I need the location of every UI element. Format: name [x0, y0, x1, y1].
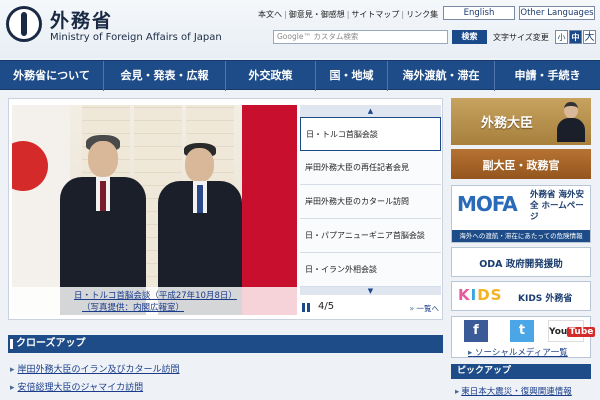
slide-item[interactable]: 日・パプアニューギニア首脳会談 — [300, 219, 441, 253]
font-size-medium-button[interactable]: 中 — [569, 30, 582, 44]
closeup-link[interactable]: 安倍総理大臣のジャマイカ訪問 — [10, 380, 144, 393]
mofa-emblem-icon[interactable] — [6, 6, 42, 42]
slide-list-all-link[interactable]: » 一覧へ — [410, 303, 439, 314]
pickup-heading: ピックアップ — [451, 364, 591, 379]
kids-logo-ds: DS — [477, 286, 503, 304]
slide-item[interactable]: 日・イラン外相会談 — [300, 253, 441, 287]
mofa-logo: MOFA — [457, 192, 518, 216]
youtube-you: You — [549, 327, 568, 337]
kids-logo: KIDS — [458, 286, 502, 304]
vice-minister-banner[interactable]: 副大臣・政務官 — [451, 149, 591, 179]
youtube-icon[interactable]: You Tube — [548, 320, 596, 342]
site-logo-japanese[interactable]: 外務省 — [50, 6, 113, 33]
social-media-box: f t You Tube ▸ ソーシャルメディア一覧 — [451, 316, 596, 358]
facebook-icon[interactable]: f — [464, 320, 488, 342]
links-page-link[interactable]: リンク集 — [406, 9, 438, 20]
youtube-tube: Tube — [567, 327, 596, 337]
minister-banner[interactable]: 外務大臣 — [451, 98, 591, 145]
slide-item[interactable]: 日・トルコ首脳会談 — [300, 117, 441, 151]
slide-item[interactable]: 岸田外務大臣の再任記者会見 — [300, 151, 441, 185]
twitter-icon[interactable]: t — [510, 320, 534, 342]
nav-travel[interactable]: 海外渡航・滞在 — [387, 61, 494, 91]
pickup-link[interactable]: 東日本大震災・復興関連情報 — [455, 385, 572, 397]
site-header: 外務省 Ministry of Foreign Affairs of Japan… — [0, 0, 600, 58]
kids-banner[interactable]: KIDS KIDS 外務省 — [451, 281, 591, 311]
turkey-flag — [242, 105, 297, 315]
slide-list: ▲ 日・トルコ首脳会談 岸田外務大臣の再任記者会見 岸田外務大臣のカタール訪問 … — [300, 105, 441, 315]
oda-banner[interactable]: ODA 政府開発援助 — [451, 247, 591, 277]
slide-controls: 4/5 » 一覧へ — [300, 301, 441, 315]
vice-minister-label: 副大臣・政務官 — [482, 159, 560, 172]
english-button[interactable]: English — [443, 6, 515, 20]
font-size-small-button[interactable]: 小 — [555, 30, 568, 44]
overseas-safety-subtitle: 海外への渡航・滞在にあたっての危険情報 — [452, 230, 590, 242]
kids-label: KIDS 外務省 — [518, 294, 573, 304]
social-media-list-link[interactable]: ▸ ソーシャルメディア一覧 — [468, 346, 568, 358]
nav-press[interactable]: 会見・発表・広報 — [103, 61, 225, 91]
other-languages-button[interactable]: Other Languages — [519, 6, 595, 20]
nav-countries[interactable]: 国・地域 — [315, 61, 387, 91]
overseas-safety-banner[interactable]: MOFA 外務省 海外安全 ホームページ 海外への渡航・滞在にあたっての危険情報 — [451, 185, 591, 243]
search-input[interactable]: Google™ カスタム検索 — [273, 30, 448, 44]
kids-logo-k: K — [458, 286, 471, 304]
closeup-link[interactable]: 岸田外務大臣のイラン及びカタール訪問 — [10, 362, 180, 375]
slide-up-arrow-icon[interactable]: ▲ — [300, 105, 441, 117]
arrow-right-icon: ▸ — [468, 348, 473, 358]
caption-title[interactable]: 日・トルコ首脳会談（平成27年10月8日） — [74, 289, 237, 301]
utility-links: 本文へ | 御意見・御感想 | サイトマップ | リンク集 — [258, 9, 439, 20]
minister-avatar — [557, 102, 585, 142]
font-size-large-button[interactable]: 大 — [583, 30, 596, 44]
nav-foreign-policy[interactable]: 外交政策 — [225, 61, 315, 91]
sitemap-link[interactable]: サイトマップ — [351, 9, 399, 20]
feedback-link[interactable]: 御意見・御感想 — [289, 9, 345, 20]
search-button[interactable]: 検索 — [452, 30, 487, 44]
skip-to-content-link[interactable]: 本文へ — [258, 9, 282, 20]
global-nav: 外務省について 会見・発表・広報 外交政策 国・地域 海外渡航・滞在 申請・手続… — [0, 60, 600, 91]
social-link-label: ソーシャルメディア一覧 — [474, 348, 568, 358]
slide-item[interactable]: 岸田外務大臣のカタール訪問 — [300, 185, 441, 219]
overseas-safety-title: 外務省 海外安全 ホームページ — [530, 190, 584, 222]
featured-slideshow: 日・トルコ首脳会談（平成27年10月8日） （写真提供：内閣広報室） ▲ 日・ト… — [8, 98, 443, 320]
font-size-label: 文字サイズ変更 — [493, 33, 549, 42]
slide-down-arrow-icon[interactable]: ▼ — [300, 287, 441, 295]
nav-about[interactable]: 外務省について — [0, 61, 103, 91]
nav-applications[interactable]: 申請・手続き — [494, 61, 600, 91]
pause-icon[interactable] — [302, 303, 311, 312]
site-logo-english[interactable]: Ministry of Foreign Affairs of Japan — [50, 32, 222, 43]
slide-counter: 4/5 — [318, 301, 335, 312]
caption-credit[interactable]: （写真提供：内閣広報室） — [82, 301, 184, 313]
slideshow-photo[interactable]: 日・トルコ首脳会談（平成27年10月8日） （写真提供：内閣広報室） — [12, 105, 297, 315]
double-arrow-icon: » — [409, 304, 415, 313]
list-all-label: 一覧へ — [416, 304, 440, 313]
slideshow-caption[interactable]: 日・トルコ首脳会談（平成27年10月8日） （写真提供：内閣広報室） — [12, 287, 297, 315]
oda-label: ODA 政府開発援助 — [479, 259, 563, 270]
minister-label: 外務大臣 — [481, 116, 534, 131]
closeup-heading: クローズアップ — [8, 335, 443, 353]
